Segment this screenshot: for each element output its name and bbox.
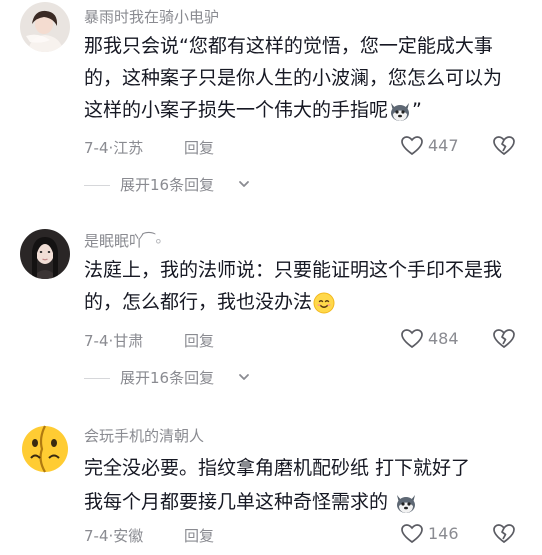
avatar[interactable] [20, 424, 70, 474]
husky-dog-emoji [394, 491, 418, 515]
comment-location: 安徽 [113, 527, 144, 545]
comment-item: 会玩手机的清朝人 完全没必要。指纹拿角磨机配砂纸 打下就好了 我每个月都要接几单… [0, 0, 542, 555]
reply-button[interactable]: 回复 [184, 525, 214, 546]
heart-icon [401, 524, 423, 544]
comment-meta: 7-4·安徽 回复 [84, 525, 214, 547]
comment-username[interactable]: 会玩手机的清朝人 [84, 425, 204, 446]
comment-text: 完全没必要。指纹拿角磨机配砂纸 打下就好了 我每个月都要接几单这种奇怪需求的 [84, 457, 471, 515]
dislike-button[interactable] [492, 522, 516, 550]
broken-heart-icon [493, 524, 515, 544]
like-count: 146 [428, 524, 459, 543]
comment-date: 7-4 [84, 527, 109, 545]
